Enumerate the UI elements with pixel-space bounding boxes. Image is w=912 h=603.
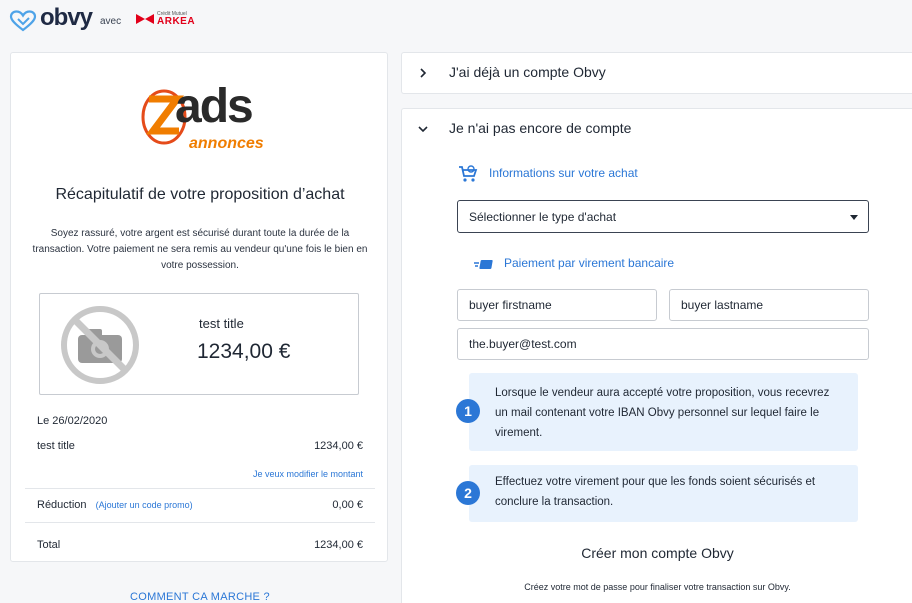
divider (25, 488, 375, 489)
total-row: Total 1234,00 € (37, 539, 363, 551)
existing-account-title: J'ai déjà un compte Obvy (449, 64, 606, 80)
discount-label: Réduction (37, 499, 87, 511)
purchase-type-select[interactable]: Sélectionner le type d'achat (457, 200, 869, 233)
top-bar: obvy avec Crédit Mutuel ARKEA (0, 0, 912, 44)
step-text: Lorsque le vendeur aura accepté votre pr… (495, 387, 830, 439)
partner-name: ARKEA (157, 16, 196, 27)
promo-code-link[interactable]: (Ajouter un code promo) (96, 500, 193, 510)
chevron-right-icon (420, 68, 427, 78)
brand-logo: obvy (40, 4, 93, 31)
product-box: test title 1234,00 € (39, 293, 359, 395)
step-1: 1 Lorsque le vendeur aura accepté votre … (456, 373, 858, 451)
item-label: test title (37, 440, 75, 452)
merchant-logo: ads annonces (139, 80, 284, 157)
new-account-title[interactable]: Je n'ai pas encore de compte (449, 120, 631, 136)
item-amount: 1234,00 € (314, 440, 363, 452)
email-input[interactable] (457, 328, 869, 360)
bank-transfer-label: Paiement par virement bancaire (504, 256, 675, 270)
recap-title: Récapitulatif de votre proposition d’ach… (55, 186, 345, 203)
no-photo-icon (61, 306, 139, 384)
firstname-input[interactable] (457, 289, 657, 321)
new-account-accordion: Je n'ai pas encore de compte Information… (401, 108, 912, 603)
recap-item-row: test title 1234,00 € (37, 440, 363, 452)
reassurance-text: Soyez rassuré, votre argent est sécurisé… (32, 228, 368, 271)
total-label: Total (37, 539, 61, 551)
discount-amount: 0,00 € (332, 499, 363, 511)
step-2: 2 Effectuez votre virement pour que les … (456, 465, 858, 522)
create-account-subtitle: Créez votre mot de passe pour finaliser … (524, 582, 791, 592)
product-price: 1234,00 € (197, 340, 291, 363)
divider (25, 522, 375, 523)
heart-logo-icon (9, 10, 37, 32)
purchase-info-label: Informations sur votre achat (489, 166, 638, 180)
discount-row: Réduction (Ajouter un code promo) 0,00 € (37, 499, 363, 511)
modify-amount-link[interactable]: Je veux modifier le montant (253, 469, 363, 479)
create-account-title: Créer mon compte Obvy (581, 545, 734, 561)
avec-label: avec (100, 16, 122, 27)
existing-account-accordion[interactable]: J'ai déjà un compte Obvy (401, 52, 912, 94)
step-number: 1 (456, 399, 480, 423)
bank-transfer-icon (474, 260, 493, 269)
merchant-logo-sub: annonces (189, 135, 264, 152)
merchant-logo-word: ads (175, 80, 254, 133)
shopping-cart-icon (459, 165, 478, 182)
chevron-down-icon[interactable] (418, 124, 428, 134)
recap-date: Le 26/02/2020 (37, 415, 108, 427)
lastname-input[interactable] (669, 289, 869, 321)
step-text: Effectuez votre virement pour que les fo… (495, 476, 816, 508)
caret-down-icon (850, 215, 858, 220)
how-it-works-link[interactable]: COMMENT CA MARCHE ? (0, 591, 400, 603)
purchase-recap-card: ads annonces Récapitulatif de votre prop… (10, 52, 388, 562)
product-title: test title (199, 316, 244, 331)
step-number: 2 (456, 481, 480, 505)
purchase-type-value: Sélectionner le type d'achat (469, 210, 617, 224)
arkea-mark-icon (136, 14, 154, 24)
total-amount: 1234,00 € (314, 539, 363, 551)
